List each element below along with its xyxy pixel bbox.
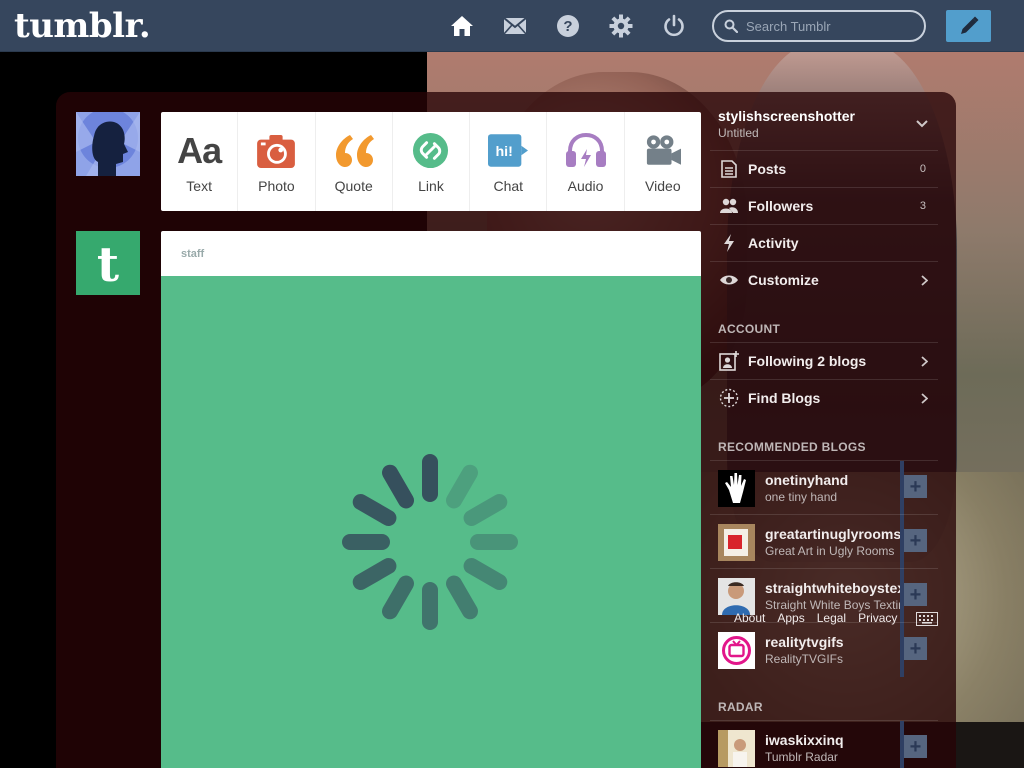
sidebar-item-find-blogs[interactable]: Find Blogs xyxy=(710,379,938,416)
sidebar-item-posts[interactable]: Posts 0 xyxy=(710,150,938,187)
sidebar: stylishscreenshotter Untitled Posts 0 Fo… xyxy=(710,92,946,768)
recommended-blog[interactable]: onetinyhand one tiny hand + xyxy=(710,460,938,515)
account-header: ACCOUNT xyxy=(718,322,781,336)
quote-icon xyxy=(334,130,374,172)
chevron-right-icon xyxy=(921,274,928,286)
power-icon[interactable] xyxy=(662,14,686,38)
recommended-blog[interactable]: realitytvgifs RealityTVGIFs + xyxy=(710,622,938,677)
svg-text:?: ? xyxy=(563,18,572,35)
compass-icon xyxy=(719,388,739,408)
camera-icon xyxy=(257,130,296,172)
blog-title: Untitled xyxy=(718,126,759,140)
radar-header: RADAR xyxy=(718,700,763,714)
sidebar-item-customize[interactable]: Customize xyxy=(710,261,938,298)
post-type-quote[interactable]: Quote xyxy=(316,112,393,211)
post-type-link[interactable]: Link xyxy=(393,112,471,211)
follow-button[interactable]: + xyxy=(904,529,927,552)
tumblr-logo[interactable]: tumblr. xyxy=(14,6,151,46)
post-type-bar: Aa Text Photo Quote Link hi! Chat Audio xyxy=(161,112,701,211)
blog-avatar[interactable] xyxy=(718,578,755,615)
follow-button[interactable]: + xyxy=(904,583,927,606)
chat-icon: hi! xyxy=(488,130,529,172)
blog-avatar[interactable] xyxy=(718,632,755,669)
loading-spinner-icon xyxy=(342,454,518,630)
radar-blog[interactable]: iwaskixxinq Tumblr Radar + xyxy=(710,720,938,768)
compose-button[interactable] xyxy=(946,10,991,42)
chevron-right-icon xyxy=(921,355,928,367)
blog-name[interactable]: stylishscreenshotter xyxy=(718,108,855,124)
eye-icon xyxy=(720,275,738,285)
sidebar-item-followers[interactable]: Followers 3 xyxy=(710,187,938,224)
post-type-text[interactable]: Aa Text xyxy=(161,112,239,211)
gear-icon[interactable] xyxy=(609,14,633,38)
follow-button[interactable]: + xyxy=(904,735,927,758)
svg-text:hi!: hi! xyxy=(496,144,513,160)
recommended-blog[interactable]: greatartinuglyrooms Great Art in Ugly Ro… xyxy=(710,514,938,569)
follow-button[interactable]: + xyxy=(904,475,927,498)
search-icon xyxy=(724,19,738,33)
posts-count: 0 xyxy=(919,163,926,175)
blog-avatar[interactable] xyxy=(718,524,755,561)
post-type-video[interactable]: Video xyxy=(625,112,701,211)
post-content xyxy=(161,276,701,768)
followers-count: 3 xyxy=(919,200,926,212)
lightning-icon xyxy=(724,234,734,252)
recommended-header: RECOMMENDED BLOGS xyxy=(718,440,866,454)
user-avatar[interactable] xyxy=(76,112,140,176)
search-box[interactable] xyxy=(712,10,926,42)
video-camera-icon xyxy=(645,130,681,172)
search-input[interactable] xyxy=(746,18,916,34)
blog-avatar[interactable] xyxy=(718,470,755,507)
home-icon[interactable] xyxy=(450,14,474,38)
pencil-icon xyxy=(960,16,978,34)
staff-avatar[interactable]: t xyxy=(76,231,140,295)
sidebar-item-activity[interactable]: Activity xyxy=(710,224,938,261)
chevron-down-icon[interactable] xyxy=(916,120,928,128)
post-type-chat[interactable]: hi! Chat xyxy=(470,112,548,211)
document-icon xyxy=(721,160,737,178)
post-author[interactable]: staff xyxy=(161,231,701,276)
sidebar-item-following[interactable]: Following 2 blogs xyxy=(710,342,938,379)
follow-button[interactable]: + xyxy=(904,637,927,660)
add-person-icon xyxy=(719,351,739,371)
help-icon[interactable]: ? xyxy=(556,14,580,38)
svg-text:t: t xyxy=(97,237,119,293)
headphones-icon xyxy=(565,130,606,172)
post-type-photo[interactable]: Photo xyxy=(238,112,316,211)
text-icon: Aa xyxy=(177,129,222,171)
post-type-audio[interactable]: Audio xyxy=(547,112,625,211)
chevron-right-icon xyxy=(921,392,928,404)
top-bar: tumblr. ? xyxy=(0,0,1024,52)
dashboard-post: staff xyxy=(161,231,701,768)
mail-icon[interactable] xyxy=(503,14,527,38)
blog-avatar[interactable] xyxy=(718,730,755,767)
people-icon xyxy=(720,198,738,213)
link-icon xyxy=(412,130,449,172)
